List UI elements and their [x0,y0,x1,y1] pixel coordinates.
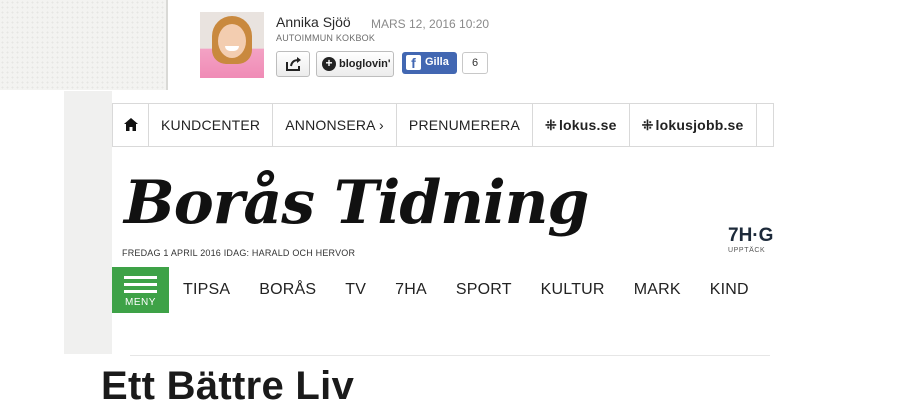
lokusjobb-icon: ⁜ [641,117,654,133]
nav-boras[interactable]: BORÅS [245,267,331,313]
post-date: MARS 12, 2016 10:20 [371,17,490,31]
newspaper-header: KUNDCENTER ANNONSERA › PRENUMERERA ⁜ loku… [64,91,776,354]
bloglovin-button[interactable]: + bloglovin' [316,51,394,77]
lokus-icon: ⁜ [545,117,557,133]
blog-name[interactable]: AUTOIMMUN KOKBOK [276,33,375,43]
like-count: 6 [462,52,488,74]
nav-tipsa[interactable]: TIPSA [169,267,245,313]
nav-lokusjobb[interactable]: ⁜ lokusjobb.se [630,104,757,146]
nav-more[interactable]: U [764,267,776,313]
nav-mark[interactable]: MARK [620,267,696,313]
top-navigation: KUNDCENTER ANNONSERA › PRENUMERERA ⁜ loku… [112,103,774,147]
main-navigation: MENY TIPSA BORÅS TV 7HA SPORT KULTUR MAR… [112,267,776,313]
bloglovin-label: bloglovin' [339,58,391,70]
home-button[interactable] [113,104,149,146]
share-icon [286,57,301,71]
lokusjobb-label: lokusjobb.se [655,117,744,133]
nav-prenumerera[interactable]: PRENUMERERA [397,104,534,146]
masthead-logo[interactable]: Borås Tidning [124,163,684,243]
promo-subtitle: UPPTÄCK [728,247,766,254]
nav-kind[interactable]: KIND [696,267,764,313]
facebook-like-label: Gilla [425,56,449,68]
dateline: FREDAG 1 APRIL 2016 IDAG: HARALD OCH HER… [122,248,356,258]
home-icon [124,118,138,131]
nav-kultur[interactable]: KULTUR [527,267,620,313]
share-button[interactable] [276,51,310,77]
nav-annonsera[interactable]: ANNONSERA › [273,104,397,146]
page: Annika Sjöö MARS 12, 2016 10:20 AUTOIMMU… [0,0,900,400]
avatar[interactable] [200,12,264,78]
facebook-like-button[interactable]: f Gilla [402,52,457,74]
nav-7ha[interactable]: 7HA [381,267,442,313]
background-strip [0,0,168,90]
nav-tv[interactable]: TV [331,267,381,313]
author-name[interactable]: Annika Sjöö [276,14,351,30]
nav-kundcenter[interactable]: KUNDCENTER [149,104,274,146]
promo-title: 7H·G [728,225,774,246]
blog-title: Ett Bättre Liv [101,364,355,400]
divider [130,355,770,356]
promo-badge[interactable]: 7H·G UPPTÄCK [728,225,776,259]
facebook-icon: f [406,55,421,71]
menu-button[interactable]: MENY [112,267,169,313]
menu-label: MENY [125,297,156,308]
nav-sport[interactable]: SPORT [442,267,527,313]
plus-icon: + [322,57,336,71]
nav-lokus[interactable]: ⁜ lokus.se [533,104,630,146]
lokus-label: lokus.se [558,117,617,133]
